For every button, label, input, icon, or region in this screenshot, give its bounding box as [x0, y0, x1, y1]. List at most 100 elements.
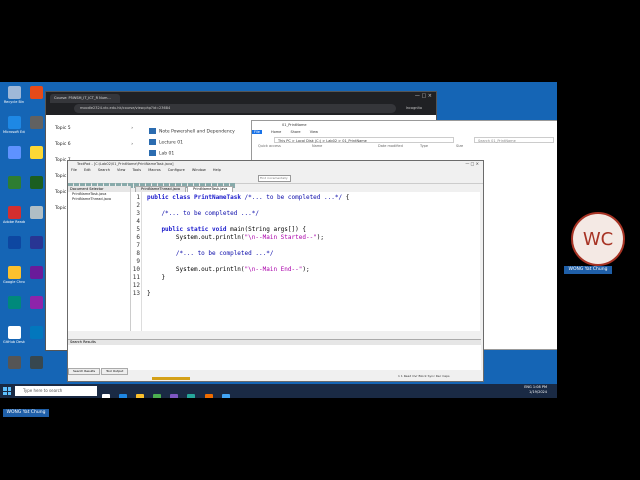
app-icon — [7, 266, 21, 279]
column-header[interactable]: Date modified — [378, 144, 403, 148]
column-header[interactable]: Name — [312, 144, 322, 148]
desktop-icon[interactable] — [25, 326, 47, 340]
desktop-icon-label: Recycle Bin — [3, 100, 25, 104]
app-icon — [29, 236, 43, 249]
desktop-icon[interactable] — [3, 146, 25, 160]
file-explorer-icon[interactable] — [136, 394, 145, 398]
desktop-icon[interactable] — [25, 146, 47, 160]
desktop-icon[interactable] — [3, 176, 25, 190]
resource-link[interactable]: Lecture 01 — [149, 139, 183, 146]
explorer-search-input[interactable]: Search 01_PrintName — [474, 137, 554, 143]
line-number: 13 — [132, 290, 140, 297]
desktop-icon[interactable]: Google Chrome — [3, 266, 25, 284]
desktop-icon[interactable] — [25, 236, 47, 250]
desktop-icon-label: Google Chrome — [3, 280, 25, 284]
quick-access[interactable]: Quick access — [258, 144, 281, 148]
app-icon — [29, 296, 43, 309]
ribbon-tab[interactable]: View — [310, 130, 318, 134]
chrome-icon[interactable] — [153, 394, 162, 398]
textpad-window[interactable]: TextPad - [C:\Lab02\01_PrintName\PrintNa… — [67, 160, 484, 382]
menu-item[interactable]: View — [117, 168, 125, 172]
app-icon[interactable] — [170, 394, 179, 398]
system-tray[interactable]: ENG 1:08 PM 1/19/2024 — [524, 385, 547, 395]
menu-item[interactable]: Help — [213, 168, 221, 172]
line-number-gutter: 1 2 3 4 5 6 7 8 9 10 11 12 13 — [131, 192, 142, 331]
ribbon-tab[interactable]: File — [252, 130, 262, 134]
find-incrementally-input[interactable]: Find incrementally — [258, 175, 291, 182]
resource-link[interactable]: Note Powershell and Dependency — [149, 128, 235, 135]
menu-item[interactable]: Window — [192, 168, 206, 172]
browser-toolbar: Course: P5WSM_IT_ICT_R Num... — □ × mood… — [46, 92, 436, 115]
topic-item[interactable]: Topic 6 › — [55, 142, 133, 147]
menu-item[interactable]: Macros — [148, 168, 160, 172]
desktop-icon[interactable] — [25, 176, 47, 190]
edge-icon[interactable] — [119, 394, 128, 398]
explorer-address-bar[interactable]: This PC > Local Disk (C:) > Lab02 > 01_P… — [274, 137, 454, 143]
code-line: } — [147, 274, 166, 281]
code-line: /*... to be completed ...*/ — [147, 210, 259, 217]
desktop-icon[interactable]: Adobe Reader — [3, 206, 25, 224]
search-results-title: Search Results — [68, 340, 481, 345]
column-header[interactable]: Size — [456, 144, 463, 148]
desktop-icon[interactable] — [25, 206, 47, 220]
line-number: 9 — [136, 258, 140, 265]
menu-item[interactable]: File — [71, 168, 77, 172]
participant-name: WONG Yat Chung — [564, 266, 612, 274]
code-line: /*... to be completed ...*/ — [147, 250, 274, 257]
code-line: System.out.println("\n--Main Started--")… — [147, 234, 325, 241]
desktop-icon[interactable] — [3, 236, 25, 250]
bottom-tabs: Search Results Tool Output — [68, 368, 129, 375]
address-bar[interactable]: moodle2324.vtc.edu.hk/course/view.php?id… — [74, 104, 396, 113]
desktop-icon[interactable] — [25, 266, 47, 280]
tab-tool-output[interactable]: Tool Output — [101, 368, 129, 375]
line-number: 6 — [136, 234, 140, 241]
code-line: System.out.println("\n--Main End--"); — [147, 266, 310, 273]
desktop-icon-label: Microsoft Edge — [3, 130, 25, 134]
code-editor[interactable]: 1 2 3 4 5 6 7 8 9 10 11 12 13 public cla… — [131, 192, 480, 331]
ribbon-tab[interactable]: Share — [290, 130, 300, 134]
desktop-icon[interactable]: GitHub Desktop — [3, 326, 25, 344]
app-icon — [29, 356, 43, 369]
desktop-icon[interactable] — [25, 116, 47, 130]
app-icon[interactable] — [221, 394, 230, 398]
app-icon — [29, 176, 43, 189]
task-view-icon[interactable] — [102, 394, 110, 398]
resource-link[interactable]: Lab 01 — [149, 150, 174, 157]
menu-item[interactable]: Edit — [84, 168, 91, 172]
topic-item[interactable]: Topic 5 › — [55, 126, 133, 131]
textpad-title: TextPad - [C:\Lab02\01_PrintName\PrintNa… — [77, 161, 479, 167]
participant-avatar: WC — [571, 212, 625, 266]
windows-start-icon[interactable] — [3, 387, 11, 395]
tab-search-results[interactable]: Search Results — [68, 368, 101, 375]
window-controls[interactable]: — □ × — [415, 93, 432, 99]
app-icon — [29, 146, 43, 159]
menu-item[interactable]: Configure — [168, 168, 185, 172]
desktop-icon[interactable] — [3, 356, 25, 370]
chevron-right-icon: › — [131, 126, 133, 131]
taskbar-search[interactable]: Type here to search — [15, 386, 97, 396]
code-line: } — [147, 290, 151, 297]
desktop-icon[interactable] — [25, 86, 47, 100]
desktop-icon[interactable] — [25, 356, 47, 370]
line-number: 1 — [136, 194, 140, 201]
window-controls[interactable]: — □ × — [465, 161, 479, 167]
clock-date: 1/19/2024 — [529, 390, 547, 394]
menu-item[interactable]: Search — [98, 168, 110, 172]
ribbon-tab[interactable]: Home — [271, 130, 281, 134]
file-icon — [149, 139, 156, 145]
line-number: 2 — [136, 202, 140, 209]
desktop-icon[interactable]: Microsoft Edge — [3, 116, 25, 134]
desktop-icon[interactable] — [25, 296, 47, 310]
menu-item[interactable]: Tools — [132, 168, 141, 172]
toolbar: Find incrementally — [68, 173, 483, 188]
app-icon[interactable] — [204, 394, 213, 398]
column-header[interactable]: Type — [420, 144, 428, 148]
browser-tab[interactable]: Course: P5WSM_IT_ICT_R Num... — [50, 94, 120, 103]
app-icon[interactable] — [187, 394, 196, 398]
document-item[interactable]: PrintNameThread.java — [68, 197, 130, 202]
desktop-icon[interactable]: Recycle Bin — [3, 86, 25, 104]
desktop-icon[interactable] — [3, 296, 25, 310]
document-selector: Document Selector PrintNameTask.java Pri… — [68, 186, 131, 331]
app-icon — [29, 206, 43, 219]
line-number: 12 — [132, 282, 140, 289]
